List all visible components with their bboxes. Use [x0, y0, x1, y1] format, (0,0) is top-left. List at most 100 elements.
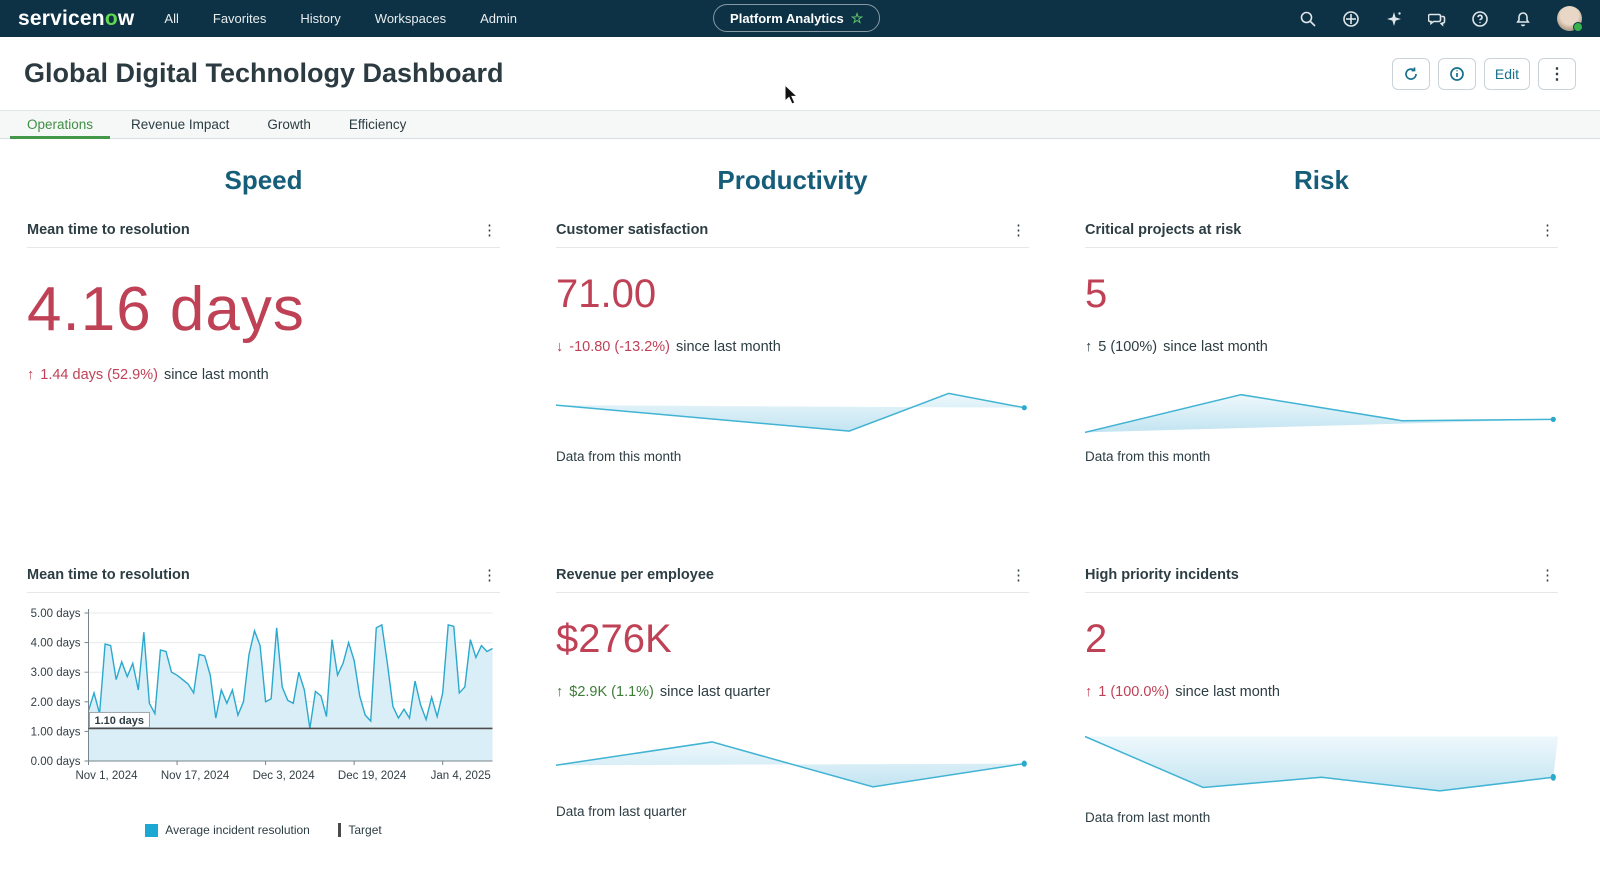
nav-item-history[interactable]: History: [300, 11, 340, 26]
trend-arrow-icon: ↓: [556, 339, 563, 355]
card-kebab-menu[interactable]: ⋮: [1537, 568, 1558, 583]
card-kebab-menu[interactable]: ⋮: [1008, 223, 1029, 238]
svg-text:4.00 days: 4.00 days: [31, 638, 81, 650]
platform-analytics-breadcrumb[interactable]: Platform Analytics ☆: [713, 4, 880, 32]
svg-text:Dec 3, 2024: Dec 3, 2024: [253, 770, 316, 782]
svg-text:Nov 1, 2024: Nov 1, 2024: [75, 770, 138, 782]
favorite-star-icon[interactable]: ☆: [851, 10, 864, 27]
sparkline-chart: [556, 383, 1029, 435]
card-title: Critical projects at risk: [1085, 222, 1241, 238]
legend-item-target[interactable]: Target: [338, 823, 382, 837]
globe-icon[interactable]: [1342, 10, 1360, 28]
trend-arrow-icon: ↑: [556, 684, 563, 700]
data-period-note: Data from last month: [1085, 810, 1558, 825]
card-title: Revenue per employee: [556, 567, 714, 583]
kpi-change: ↑ 1.44 days (52.9%) since last month: [27, 367, 500, 383]
notifications-icon[interactable]: [1514, 10, 1532, 28]
svg-text:Dec 19, 2024: Dec 19, 2024: [338, 770, 407, 782]
change-period: since last month: [1163, 339, 1268, 355]
info-button[interactable]: [1438, 58, 1476, 90]
legend-item-average[interactable]: Average incident resolution: [145, 823, 310, 837]
chart-legend: Average incident resolution Target: [27, 823, 500, 837]
servicenow-logo[interactable]: servicenow: [18, 7, 134, 31]
legend-label: Average incident resolution: [165, 823, 310, 837]
kpi-value: 5: [1085, 272, 1558, 317]
tab-operations[interactable]: Operations: [8, 111, 112, 138]
top-nav-bar: servicenow All Favorites History Workspa…: [0, 0, 1600, 37]
dashboard-tabs: Operations Revenue Impact Growth Efficie…: [0, 110, 1600, 139]
card-kebab-menu[interactable]: ⋮: [1008, 568, 1029, 583]
column-heading-productivity: Productivity: [556, 165, 1029, 196]
sparkline-chart: [556, 728, 1029, 790]
time-series-chart: 0.00 days 1.00 days 2.00 days 3.00 days 4.00…: [27, 601, 500, 819]
card-kebab-menu[interactable]: ⋮: [1537, 223, 1558, 238]
data-period-note: Data from this month: [1085, 449, 1558, 464]
svg-text:3.00 days: 3.00 days: [31, 667, 81, 679]
card-mean-time-to-resolution-chart: Mean time to resolution ⋮ 0.00 days 1.00 …: [27, 567, 500, 837]
card-kebab-menu[interactable]: ⋮: [479, 223, 500, 238]
chat-icon[interactable]: [1428, 10, 1446, 28]
nav-item-all[interactable]: All: [164, 11, 178, 26]
card-customer-satisfaction: Customer satisfaction ⋮ 71.00 ↓ -10.80 (…: [556, 222, 1029, 567]
dashboard-header: Global Digital Technology Dashboard Edit…: [0, 37, 1600, 110]
card-title: Customer satisfaction: [556, 222, 708, 238]
sparkline-chart: [1085, 383, 1558, 435]
column-heading-speed: Speed: [27, 165, 500, 196]
header-kebab-menu[interactable]: ⋮: [1538, 58, 1576, 90]
nav-item-favorites[interactable]: Favorites: [213, 11, 266, 26]
svg-text:Jan 4, 2025: Jan 4, 2025: [431, 770, 491, 782]
header-actions: Edit ⋮: [1392, 58, 1576, 90]
help-icon[interactable]: [1471, 10, 1489, 28]
change-delta: -10.80 (-13.2%): [569, 339, 670, 355]
ai-sparkle-icon[interactable]: [1385, 10, 1403, 28]
svg-text:1.00 days: 1.00 days: [31, 726, 81, 738]
change-delta: 5 (100%): [1098, 339, 1157, 355]
kpi-value: 71.00: [556, 272, 1029, 317]
svg-text:2.00 days: 2.00 days: [31, 697, 81, 709]
trend-arrow-icon: ↑: [1085, 339, 1092, 355]
tab-efficiency[interactable]: Efficiency: [330, 111, 426, 138]
tab-growth[interactable]: Growth: [248, 111, 330, 138]
card-high-priority-incidents: High priority incidents ⋮ 2 ↑ 1 (100.0%)…: [1085, 567, 1558, 837]
card-title: High priority incidents: [1085, 567, 1239, 583]
refresh-button[interactable]: [1392, 58, 1430, 90]
trend-arrow-icon: ↑: [27, 367, 34, 383]
page-title: Global Digital Technology Dashboard: [24, 58, 504, 89]
tab-revenue-impact[interactable]: Revenue Impact: [112, 111, 248, 138]
edit-button[interactable]: Edit: [1484, 58, 1530, 90]
change-period: since last quarter: [660, 684, 770, 700]
card-mean-time-to-resolution-kpi: Mean time to resolution ⋮ 4.16 days ↑ 1.…: [27, 222, 500, 567]
legend-swatch-square: [145, 824, 158, 837]
kpi-value: 2: [1085, 617, 1558, 662]
card-title: Mean time to resolution: [27, 222, 190, 238]
kpi-value: $276K: [556, 617, 1029, 662]
dashboard-content: Speed Productivity Risk Mean time to res…: [0, 139, 1600, 837]
data-period-note: Data from last quarter: [556, 804, 1029, 819]
card-kebab-menu[interactable]: ⋮: [479, 568, 500, 583]
card-title: Mean time to resolution: [27, 567, 190, 583]
legend-swatch-bar: [338, 823, 342, 837]
nav-item-admin[interactable]: Admin: [480, 11, 517, 26]
svg-text:Nov 17, 2024: Nov 17, 2024: [161, 770, 230, 782]
pill-label: Platform Analytics: [730, 11, 844, 26]
kpi-change: ↓ -10.80 (-13.2%) since last month: [556, 339, 1029, 355]
svg-text:1.10 days: 1.10 days: [95, 715, 145, 727]
kpi-value: 4.16 days: [27, 274, 500, 345]
nav-menu: All Favorites History Workspaces Admin: [164, 11, 517, 26]
card-critical-projects-at-risk: Critical projects at risk ⋮ 5 ↑ 5 (100%)…: [1085, 222, 1558, 567]
kpi-change: ↑ 5 (100%) since last month: [1085, 339, 1558, 355]
trend-arrow-icon: ↑: [1085, 684, 1092, 700]
avatar[interactable]: [1557, 6, 1582, 31]
change-delta: $2.9K (1.1%): [569, 684, 654, 700]
change-delta: 1.44 days (52.9%): [40, 367, 158, 383]
search-icon[interactable]: [1299, 10, 1317, 28]
change-period: since last month: [676, 339, 781, 355]
svg-text:0.00 days: 0.00 days: [31, 756, 81, 768]
kpi-change: ↑ $2.9K (1.1%) since last quarter: [556, 684, 1029, 700]
card-revenue-per-employee: Revenue per employee ⋮ $276K ↑ $2.9K (1.…: [556, 567, 1029, 837]
nav-item-workspaces[interactable]: Workspaces: [375, 11, 446, 26]
legend-label: Target: [348, 823, 381, 837]
change-delta: 1 (100.0%): [1098, 684, 1169, 700]
nav-utility-icons: [1299, 6, 1582, 31]
data-period-note: Data from this month: [556, 449, 1029, 464]
